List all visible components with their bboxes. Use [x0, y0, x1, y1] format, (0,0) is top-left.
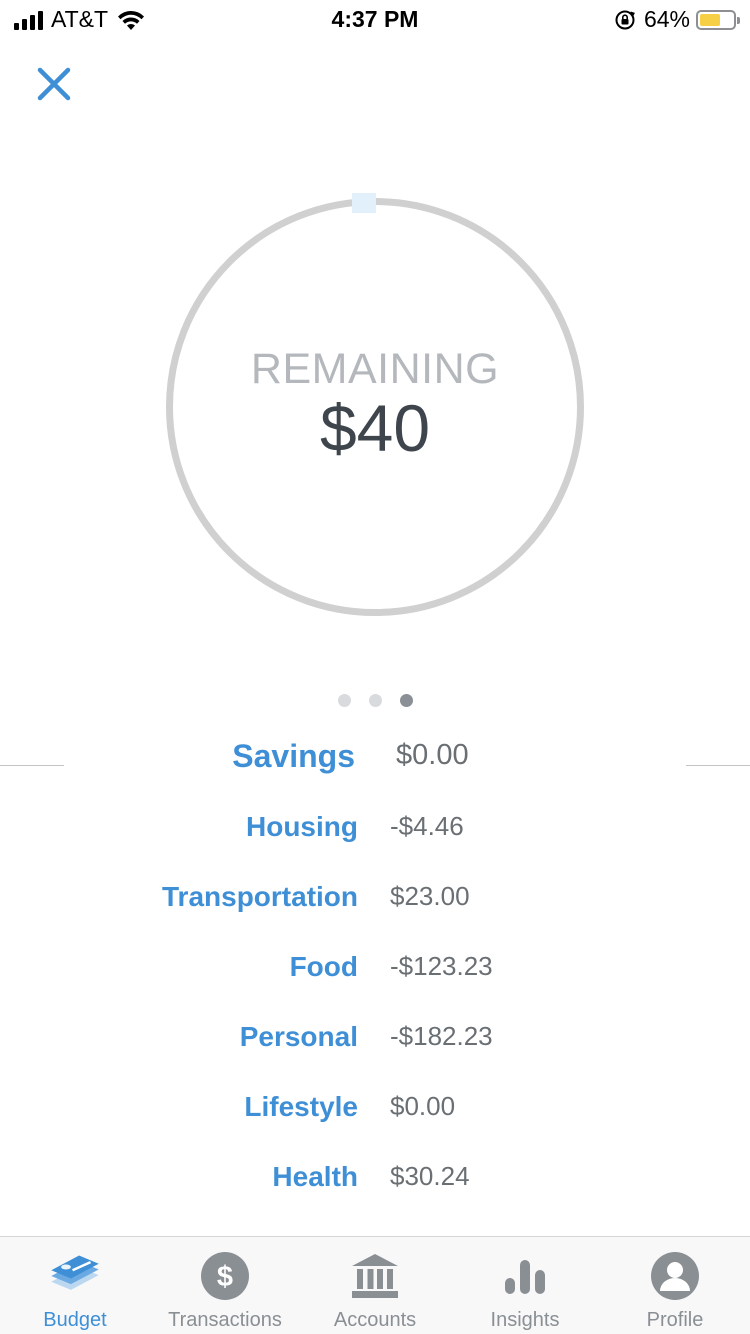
- tab-label: Budget: [43, 1309, 107, 1331]
- category-name[interactable]: Health: [272, 1161, 358, 1193]
- tab-bar: Budget $ Transactions Accounts Insights …: [0, 1236, 750, 1334]
- category-value: $0.00: [396, 739, 469, 771]
- bar-chart-icon: [498, 1251, 552, 1301]
- battery-percent: 64%: [643, 6, 690, 32]
- tab-label: Transactions: [168, 1309, 282, 1331]
- tab-insights[interactable]: Insights: [450, 1237, 600, 1334]
- category-row-savings[interactable]: Savings $0.00: [0, 738, 750, 788]
- page-dot-active[interactable]: [399, 694, 413, 707]
- budget-stack-icon: [48, 1251, 102, 1301]
- category-name[interactable]: Housing: [246, 811, 358, 843]
- category-value: $30.24: [390, 1161, 470, 1191]
- category-name[interactable]: Transportation: [162, 881, 358, 913]
- svg-text:$: $: [217, 1261, 233, 1293]
- category-row-food[interactable]: Food -$123.23: [0, 951, 750, 1001]
- category-row-transportation[interactable]: Transportation $23.00: [0, 881, 750, 931]
- remaining-label: REMAINING: [250, 345, 500, 393]
- category-value: -$123.23: [390, 951, 493, 981]
- category-value: $23.00: [390, 881, 470, 911]
- tab-profile[interactable]: Profile: [600, 1237, 750, 1334]
- page-dot[interactable]: [337, 694, 351, 707]
- category-name[interactable]: Lifestyle: [244, 1091, 358, 1123]
- close-button[interactable]: [34, 64, 74, 104]
- battery-fill: [700, 13, 720, 26]
- category-name[interactable]: Savings: [232, 738, 355, 775]
- battery-icon: [696, 9, 740, 30]
- bank-icon: [348, 1251, 402, 1301]
- dollar-icon: $: [198, 1251, 252, 1301]
- category-row-lifestyle[interactable]: Lifestyle $0.00: [0, 1091, 750, 1141]
- tab-label: Insights: [490, 1309, 560, 1331]
- profile-icon: [648, 1251, 702, 1301]
- rotation-lock-icon: [615, 10, 635, 29]
- category-name[interactable]: Personal: [240, 1021, 358, 1053]
- close-icon: [37, 67, 71, 101]
- category-value: -$4.46: [390, 811, 464, 841]
- category-value: -$182.23: [390, 1021, 493, 1051]
- category-row-personal[interactable]: Personal -$182.23: [0, 1021, 750, 1071]
- status-right: 64%: [614, 6, 740, 33]
- tab-label: Accounts: [333, 1309, 417, 1331]
- category-row-health[interactable]: Health $30.24: [0, 1161, 750, 1211]
- page-dot[interactable]: [368, 694, 382, 707]
- tab-accounts[interactable]: Accounts: [300, 1237, 450, 1334]
- tab-budget[interactable]: Budget: [0, 1237, 150, 1334]
- page-indicator[interactable]: [0, 694, 750, 707]
- remaining-amount: $40: [319, 391, 431, 465]
- category-value: $0.00: [390, 1091, 456, 1121]
- category-name[interactable]: Food: [290, 951, 358, 983]
- category-row-housing[interactable]: Housing -$4.46: [0, 811, 750, 861]
- tab-label: Profile: [646, 1309, 704, 1331]
- status-bar: AT&T 4:37 PM 64%: [0, 0, 750, 40]
- tab-transactions[interactable]: $ Transactions: [150, 1237, 300, 1334]
- ring-progress-marker: [352, 193, 376, 213]
